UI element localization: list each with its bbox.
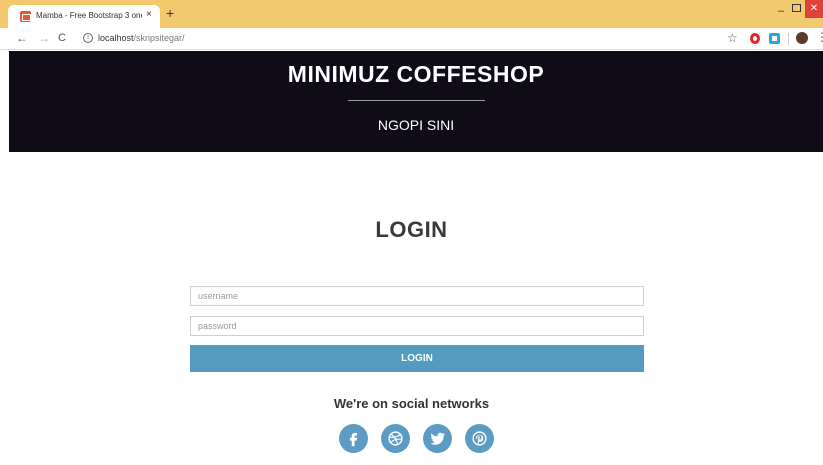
site-info-icon[interactable]: i <box>83 33 93 43</box>
login-title: LOGIN <box>375 217 448 242</box>
extension-icon[interactable] <box>769 33 780 44</box>
reload-icon[interactable]: C <box>58 32 66 44</box>
login-button[interactable]: LOGIN <box>190 345 644 372</box>
url-path: /skripsitegar/ <box>133 33 185 43</box>
browser-tab-bar: Mamba - Free Bootstrap 3 one p × + – ✕ <box>0 0 823 28</box>
forward-icon[interactable]: → <box>38 31 50 45</box>
social-heading: We're on social networks <box>333 396 490 411</box>
url-host: localhost <box>98 33 134 43</box>
facebook-icon[interactable] <box>339 424 368 453</box>
dribbble-icon[interactable] <box>381 424 410 453</box>
password-input[interactable] <box>190 316 644 336</box>
bookmark-star-icon[interactable]: ☆ <box>727 31 738 45</box>
site-subtitle: NGOPI SINI <box>377 117 455 133</box>
username-input[interactable] <box>190 286 644 306</box>
tab-close-icon[interactable]: × <box>146 9 152 20</box>
site-title: MINIMUZ COFFESHOP <box>287 61 545 87</box>
minimize-icon[interactable]: – <box>778 5 784 17</box>
site-header: MINIMUZ COFFESHOP NGOPI SINI <box>9 51 823 152</box>
opera-extension-icon[interactable] <box>750 33 760 44</box>
profile-avatar[interactable] <box>796 32 808 44</box>
twitter-icon[interactable] <box>423 424 452 453</box>
menu-icon[interactable]: ⋮ <box>816 30 823 44</box>
browser-toolbar: ← → C i localhost/skripsitegar/ ☆ ⋮ <box>0 28 823 50</box>
toolbar-divider <box>788 33 789 45</box>
new-tab-button[interactable]: + <box>166 6 174 20</box>
address-bar[interactable]: localhost/skripsitegar/ <box>98 33 185 43</box>
maximize-icon[interactable] <box>792 4 801 12</box>
browser-tab[interactable]: Mamba - Free Bootstrap 3 one p × <box>8 5 160 28</box>
window-close-icon[interactable]: ✕ <box>805 0 823 18</box>
pinterest-icon[interactable] <box>465 424 494 453</box>
tab-title: Mamba - Free Bootstrap 3 one p <box>36 11 142 20</box>
header-divider <box>348 100 485 101</box>
favicon-icon <box>20 11 31 22</box>
back-icon[interactable]: ← <box>16 31 28 45</box>
